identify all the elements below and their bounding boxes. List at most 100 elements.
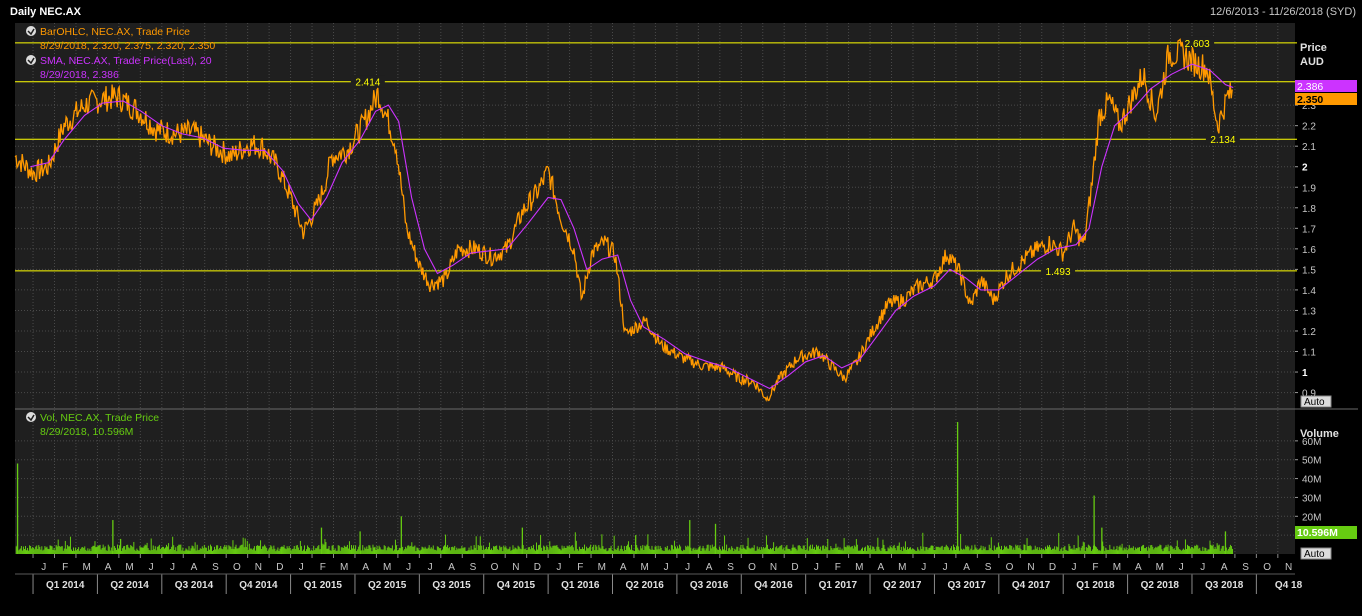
month-label: J bbox=[149, 562, 154, 573]
volume-tick-label: 20M bbox=[1302, 512, 1321, 523]
sma-legend-values: 8/29/2018, 2.386 bbox=[40, 69, 119, 81]
month-label: A bbox=[1135, 562, 1142, 573]
quarter-label: Q4 2014 bbox=[239, 580, 278, 591]
month-label: M bbox=[1156, 562, 1164, 573]
volume-tick-label: 30M bbox=[1302, 493, 1321, 504]
month-label: S bbox=[470, 562, 477, 573]
month-label: F bbox=[62, 562, 68, 573]
month-label: N bbox=[770, 562, 777, 573]
quarter-label: Q4 2016 bbox=[754, 580, 793, 591]
volume-last-tag-text: 10.596M bbox=[1297, 527, 1338, 539]
quarter-label: Q3 2018 bbox=[1205, 580, 1244, 591]
quarter-label: Q4 2017 bbox=[1012, 580, 1051, 591]
price-auto-label: Auto bbox=[1304, 397, 1325, 408]
quarter-label: Q2 2015 bbox=[368, 580, 407, 591]
price-axis-unit: AUD bbox=[1300, 56, 1324, 68]
ohlc-legend-title: BarOHLC, NEC.AX, Trade Price bbox=[40, 26, 190, 38]
price-tick-label: 1.4 bbox=[1302, 286, 1316, 297]
chart-window: Daily NEC.AX 12/6/2013 - 11/26/2018 (SYD… bbox=[0, 0, 1362, 611]
month-label: O bbox=[233, 562, 241, 573]
quarter-label: Q4 18 bbox=[1275, 580, 1303, 591]
quarter-label: Q3 2017 bbox=[947, 580, 986, 591]
volume-last-tag: 10.596M bbox=[1295, 526, 1357, 539]
sma-last-tag: 2.386 bbox=[1295, 80, 1357, 93]
month-label: A bbox=[362, 562, 369, 573]
month-label: S bbox=[212, 562, 219, 573]
quarter-label: Q1 2014 bbox=[46, 580, 85, 591]
month-label: D bbox=[534, 562, 541, 573]
month-label: A bbox=[448, 562, 455, 573]
month-label: M bbox=[340, 562, 348, 573]
price-tick-label: 1.6 bbox=[1302, 245, 1316, 256]
sma-legend-title: SMA, NEC.AX, Trade Price(Last), 20 bbox=[40, 55, 212, 67]
month-label: A bbox=[105, 562, 112, 573]
volume-tick-label: 50M bbox=[1302, 456, 1321, 467]
month-label: J bbox=[685, 562, 690, 573]
month-label: J bbox=[41, 562, 46, 573]
month-label: J bbox=[406, 562, 411, 573]
price-tick-label: 1.8 bbox=[1302, 204, 1316, 215]
price-tick-label: 2 bbox=[1302, 163, 1308, 174]
month-label: S bbox=[1242, 562, 1249, 573]
volume-legend-values: 8/29/2018, 10.596M bbox=[40, 426, 133, 438]
volume-auto-button[interactable]: Auto bbox=[1300, 547, 1332, 560]
price-tick-label: 1.5 bbox=[1302, 265, 1316, 276]
reference-label: 2.134 bbox=[1210, 135, 1235, 146]
date-range: 12/6/2013 - 11/26/2018 (SYD) bbox=[1210, 6, 1356, 18]
price-tick-label: 1.2 bbox=[1302, 327, 1316, 338]
quarter-label: Q3 2015 bbox=[432, 580, 471, 591]
price-last-tag-text: 2.350 bbox=[1297, 94, 1323, 106]
month-label: J bbox=[556, 562, 561, 573]
month-label: N bbox=[1027, 562, 1034, 573]
month-label: N bbox=[255, 562, 262, 573]
month-label: M bbox=[83, 562, 91, 573]
month-label: M bbox=[1113, 562, 1121, 573]
month-label: M bbox=[598, 562, 606, 573]
month-label: O bbox=[748, 562, 756, 573]
month-label: D bbox=[791, 562, 798, 573]
month-label: J bbox=[921, 562, 926, 573]
month-label: A bbox=[706, 562, 713, 573]
month-label: J bbox=[814, 562, 819, 573]
volume-axis-title: Volume bbox=[1300, 428, 1339, 440]
month-label: J bbox=[1071, 562, 1076, 573]
price-tick-label: 1 bbox=[1302, 368, 1308, 379]
price-tick-label: 1.1 bbox=[1302, 348, 1316, 359]
month-label: J bbox=[1200, 562, 1205, 573]
quarter-label: Q2 2017 bbox=[883, 580, 922, 591]
month-label: A bbox=[963, 562, 970, 573]
volume-auto-label: Auto bbox=[1304, 549, 1325, 560]
month-label: F bbox=[577, 562, 583, 573]
quarter-label: Q2 2016 bbox=[626, 580, 665, 591]
month-label: J bbox=[664, 562, 669, 573]
month-label: J bbox=[943, 562, 948, 573]
month-label: J bbox=[428, 562, 433, 573]
price-auto-button[interactable]: Auto bbox=[1300, 395, 1332, 408]
quarter-label: Q3 2016 bbox=[690, 580, 729, 591]
volume-panel bbox=[15, 409, 1295, 554]
month-label: D bbox=[276, 562, 283, 573]
reference-label: 2.414 bbox=[355, 78, 380, 89]
quarter-label: Q1 2018 bbox=[1076, 580, 1115, 591]
volume-tick-label: 40M bbox=[1302, 475, 1321, 486]
price-tick-label: 1.3 bbox=[1302, 306, 1316, 317]
month-label: M bbox=[898, 562, 906, 573]
month-label: O bbox=[1263, 562, 1271, 573]
month-label: S bbox=[727, 562, 734, 573]
month-label: J bbox=[1179, 562, 1184, 573]
sma-last-tag-text: 2.386 bbox=[1297, 81, 1323, 93]
price-last-tag: 2.350 bbox=[1295, 93, 1357, 106]
month-label: M bbox=[125, 562, 133, 573]
month-label: J bbox=[299, 562, 304, 573]
month-label: N bbox=[512, 562, 519, 573]
reference-label: 2.603 bbox=[1185, 39, 1210, 50]
month-label: M bbox=[855, 562, 863, 573]
quarter-label: Q2 2014 bbox=[110, 580, 149, 591]
quarter-label: Q1 2017 bbox=[819, 580, 858, 591]
month-label: M bbox=[641, 562, 649, 573]
reference-label: 1.493 bbox=[1046, 267, 1071, 278]
price-tick-label: 2.1 bbox=[1302, 142, 1316, 153]
month-label: J bbox=[170, 562, 175, 573]
ohlc-legend-values: 8/29/2018, 2.320, 2.375, 2.320, 2.350 bbox=[40, 40, 215, 52]
month-label: F bbox=[835, 562, 841, 573]
